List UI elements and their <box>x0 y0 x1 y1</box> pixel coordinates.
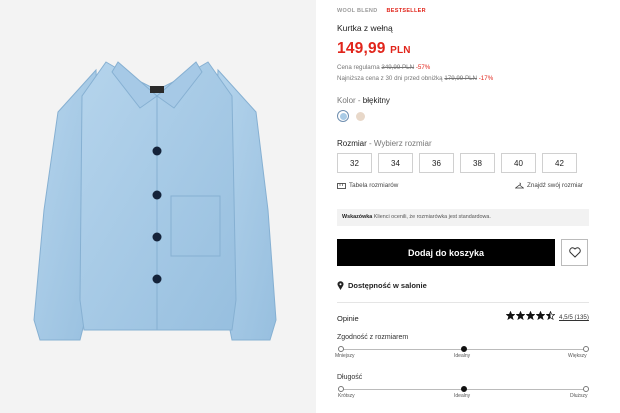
regular-price-label: Cena regularna <box>337 64 380 71</box>
product-badges: WOOL BLEND BESTSELLER <box>337 8 426 14</box>
lowest-discount: -17% <box>478 75 494 82</box>
star-icon <box>506 311 515 320</box>
size-chart-label: Tabela rozmiarów <box>349 182 399 189</box>
length-scale-min: Krótszy <box>338 393 355 399</box>
scale-tick <box>583 386 589 392</box>
color-label-text: Kolor - <box>337 96 363 105</box>
heart-icon <box>568 247 581 258</box>
jacket-image <box>33 61 277 341</box>
size-options: 32 34 36 38 40 42 <box>337 153 577 173</box>
swatch-dot <box>339 112 347 120</box>
size-option[interactable]: 42 <box>542 153 577 173</box>
size-prompt: - Wybierz rozmiar <box>366 139 432 148</box>
star-icon <box>526 311 535 320</box>
badge-bestseller: BESTSELLER <box>386 8 426 14</box>
fit-label: Zgodność z rozmiarem <box>337 334 409 341</box>
lowest-price-line: Najniższa cena z 30 dni przed obniżką 17… <box>337 75 493 82</box>
star-icon <box>536 311 545 320</box>
scale-tick <box>460 346 467 352</box>
fit-scale-max: Większy <box>568 353 587 359</box>
length-scale <box>338 386 589 392</box>
size-label-text: Rozmiar <box>337 139 367 148</box>
reviews-label: Opinie <box>337 314 359 323</box>
product-title: Kurtka z wełną <box>337 23 393 33</box>
find-size-link[interactable]: Znajdź swój rozmiar <box>515 182 583 189</box>
length-scale-mid: Idealny <box>454 393 471 399</box>
price-value: 149,99 <box>337 40 386 57</box>
color-selected: błękitny <box>362 96 390 105</box>
rating-stars <box>506 311 555 320</box>
fit-scale-mid: Idealny <box>454 353 471 359</box>
ruler-icon <box>337 182 346 189</box>
regular-price: 349,99 PLN <box>381 64 415 71</box>
find-size-label: Znajdź swój rozmiar <box>527 182 583 189</box>
store-availability-link[interactable]: Dostępność w salonie <box>337 281 427 290</box>
rating-link[interactable]: 4,5/5 (135) <box>559 314 589 321</box>
size-option[interactable]: 38 <box>460 153 495 173</box>
size-hint: Wskazówka Klienci ocenili, że rozmiarówk… <box>337 209 589 226</box>
regular-discount: -57% <box>415 64 431 71</box>
product-price: 149,99 PLN <box>337 40 411 58</box>
color-swatch-beige[interactable] <box>356 112 365 121</box>
size-option[interactable]: 40 <box>501 153 536 173</box>
fit-scale <box>338 346 589 352</box>
scale-tick <box>338 346 344 352</box>
product-details: WOOL BLEND BESTSELLER Kurtka z wełną 149… <box>316 0 620 413</box>
hint-title: Wskazówka <box>342 214 373 220</box>
fit-scale-min: Mniejszy <box>335 353 355 359</box>
size-chart-link[interactable]: Tabela rozmiarów <box>337 182 398 189</box>
scale-tick <box>583 346 589 352</box>
scale-tick <box>338 386 344 392</box>
hanger-icon <box>515 182 524 189</box>
size-option[interactable]: 34 <box>378 153 413 173</box>
add-to-cart-button[interactable]: Dodaj do koszyka <box>337 239 555 266</box>
divider <box>337 302 589 303</box>
lowest-price: 179,99 PLN <box>444 75 478 82</box>
size-option[interactable]: 32 <box>337 153 372 173</box>
length-scale-max: Dłuższy <box>570 393 588 399</box>
location-pin-icon <box>337 281 344 290</box>
product-image[interactable] <box>0 0 316 413</box>
color-label: Kolor - błękitny <box>337 96 390 105</box>
size-links: Tabela rozmiarów Znajdź swój rozmiar <box>337 182 583 189</box>
hint-text: Klienci ocenili, że rozmiarówka jest sta… <box>372 214 491 220</box>
regular-price-line: Cena regularna 349,99 PLN -57% <box>337 64 430 71</box>
lowest-price-label: Najniższa cena z 30 dni przed obniżką <box>337 75 443 82</box>
price-currency: PLN <box>390 45 411 56</box>
store-label: Dostępność w salonie <box>348 281 427 290</box>
badge-wool-blend: WOOL BLEND <box>337 8 378 14</box>
scale-tick <box>460 386 467 392</box>
color-swatch-blue[interactable] <box>337 110 349 122</box>
length-label: Długość <box>337 374 363 381</box>
wishlist-button[interactable] <box>561 239 588 266</box>
size-option[interactable]: 36 <box>419 153 454 173</box>
star-icon <box>546 311 555 320</box>
star-icon <box>516 311 525 320</box>
size-label: Rozmiar - Wybierz rozmiar <box>337 139 432 148</box>
